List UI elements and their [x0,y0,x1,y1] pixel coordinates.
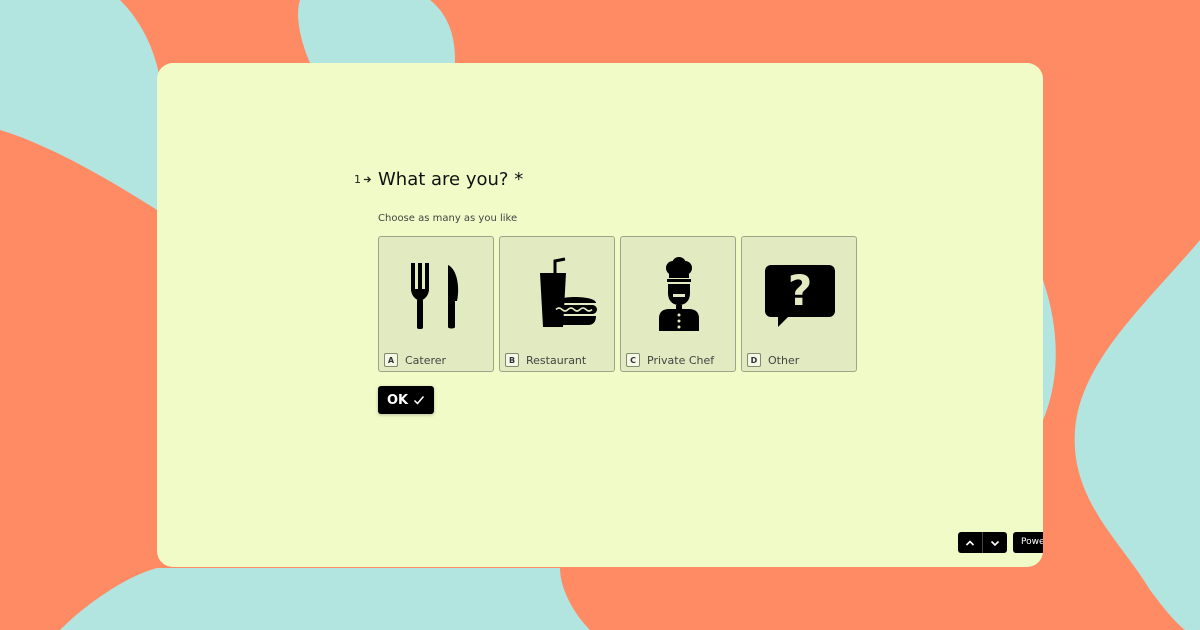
left-blob [0,0,163,210]
fast-food-icon [540,257,597,327]
choice-label: Private Chef [647,354,715,367]
next-question-button[interactable] [983,532,1007,553]
choice-list: A Caterer B Restaurant C Private Chef ? … [378,236,857,372]
question-title: What are you? * [378,169,524,190]
choice-label: Caterer [405,354,447,367]
ok-button[interactable]: OK [378,386,435,414]
form-card: 1 What are you? * Choose as many as you … [157,63,1043,567]
chevron-down-icon [990,540,1000,546]
question-navigation [958,532,1007,553]
choice-private-chef[interactable]: C Private Chef [620,236,736,372]
choice-restaurant[interactable]: B Restaurant [499,236,615,372]
right-edge-blob [1043,280,1056,420]
choice-other[interactable]: ? D Other [741,236,857,372]
chef-icon [659,257,699,331]
chevron-up-icon [965,539,975,546]
checkmark-icon [414,396,425,405]
choice-key: B [505,353,519,367]
choice-label: Other [768,354,800,367]
choice-caterer[interactable]: A Caterer [378,236,494,372]
powered-by-badge[interactable]: Powered by Typeform [1013,532,1043,553]
right-blob [1074,240,1200,630]
choice-label: Restaurant [526,354,587,367]
bottom-left-blob [60,568,590,630]
previous-question-button[interactable] [958,532,983,553]
arrow-right-icon [363,176,372,183]
fork-knife-icon [411,263,459,329]
choice-key: C [626,353,640,367]
svg-text:?: ? [788,266,812,315]
question-bubble-icon: ? [765,265,835,327]
question-number: 1 [354,173,372,186]
choice-key: D [747,353,761,367]
question-number-text: 1 [354,173,361,186]
choice-key: A [384,353,398,367]
top-left-blob [298,0,455,63]
question-hint: Choose as many as you like [378,213,518,224]
ok-button-label: OK [387,392,409,408]
